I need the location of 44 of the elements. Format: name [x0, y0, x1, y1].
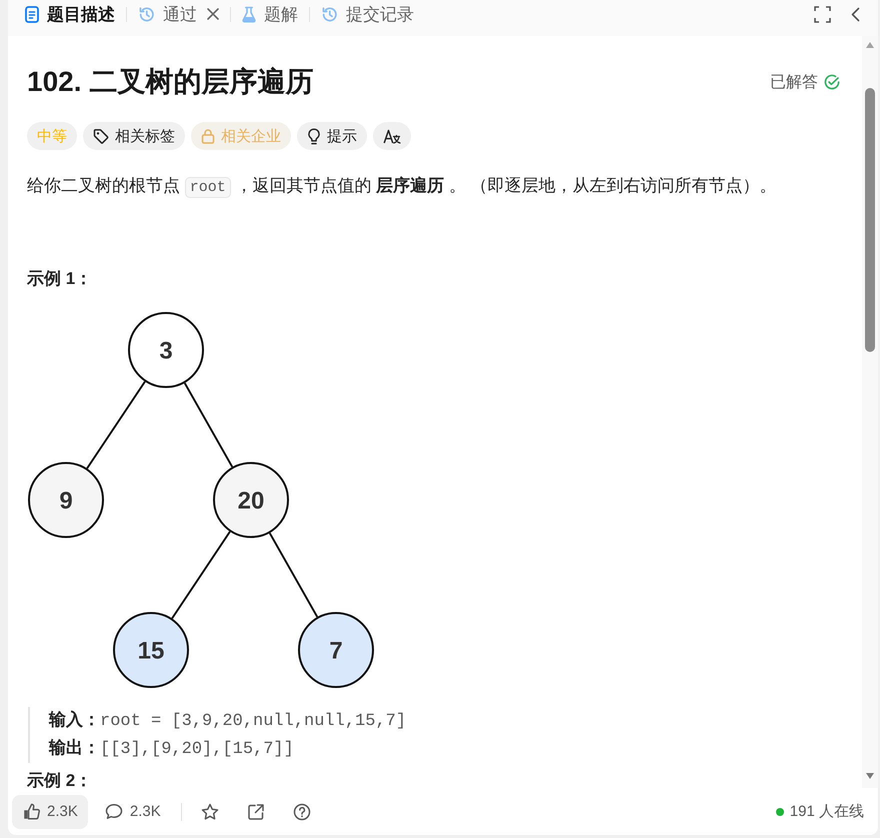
related-tags-button[interactable]: 相关标签 — [83, 122, 185, 150]
translate-icon — [383, 128, 401, 144]
history-icon — [138, 6, 155, 22]
close-icon[interactable] — [207, 8, 219, 20]
node-value: 15 — [138, 638, 164, 664]
node-value: 20 — [238, 488, 264, 514]
example-label: 输出： — [49, 737, 100, 759]
difficulty-tag: 中等 — [27, 122, 77, 150]
online-count: 191 人在线 — [790, 802, 864, 821]
check-circle-icon — [824, 74, 840, 90]
translate-button[interactable] — [373, 122, 411, 150]
tab[interactable]: 题目描述 — [25, 2, 115, 26]
comment-icon — [104, 803, 123, 820]
fullscreen-icon[interactable] — [814, 6, 831, 22]
tab[interactable]: 提交记录 — [321, 2, 414, 26]
comments-button[interactable]: 2.3K — [104, 803, 161, 820]
tag-icon — [93, 128, 109, 144]
node-value: 9 — [59, 488, 73, 514]
node-value: 3 — [159, 338, 173, 364]
lightbulb-icon — [307, 128, 321, 144]
lock-icon — [201, 128, 215, 144]
external-link-icon[interactable] — [246, 802, 265, 820]
hint-button[interactable]: 提示 — [297, 122, 367, 150]
history-icon — [321, 6, 338, 22]
example-label: 输入： — [49, 709, 100, 731]
example-heading: 示例 1： — [27, 268, 94, 290]
online-dot-icon — [776, 808, 784, 816]
solved-status: 已解答 — [770, 72, 818, 92]
flask-icon — [242, 6, 256, 22]
node-value: 7 — [329, 638, 343, 664]
like-button[interactable]: 2.3K — [12, 794, 88, 828]
description-text: 给你二叉树的根节点 root ，返回其节点值的 层序遍历 。 （即逐层地，从左到右访问所有节点）。 — [27, 175, 778, 200]
document-icon — [25, 6, 39, 22]
scroll-down-icon[interactable] — [866, 773, 874, 779]
thumbs-up-icon — [23, 803, 41, 820]
example-value: [[3],[9,20],[15,7]] — [100, 739, 294, 761]
help-icon[interactable] — [292, 802, 311, 820]
chevron-left-icon[interactable] — [851, 6, 860, 22]
tab[interactable]: 通过 — [138, 2, 219, 26]
scrollbar-thumb[interactable] — [865, 88, 875, 352]
problem-title: 102. 二叉树的层序遍历 — [27, 65, 314, 99]
tab[interactable]: 题解 — [242, 2, 298, 26]
example-value: root = [3,9,20,null,null,15,7] — [100, 711, 406, 733]
star-icon[interactable] — [200, 803, 219, 820]
